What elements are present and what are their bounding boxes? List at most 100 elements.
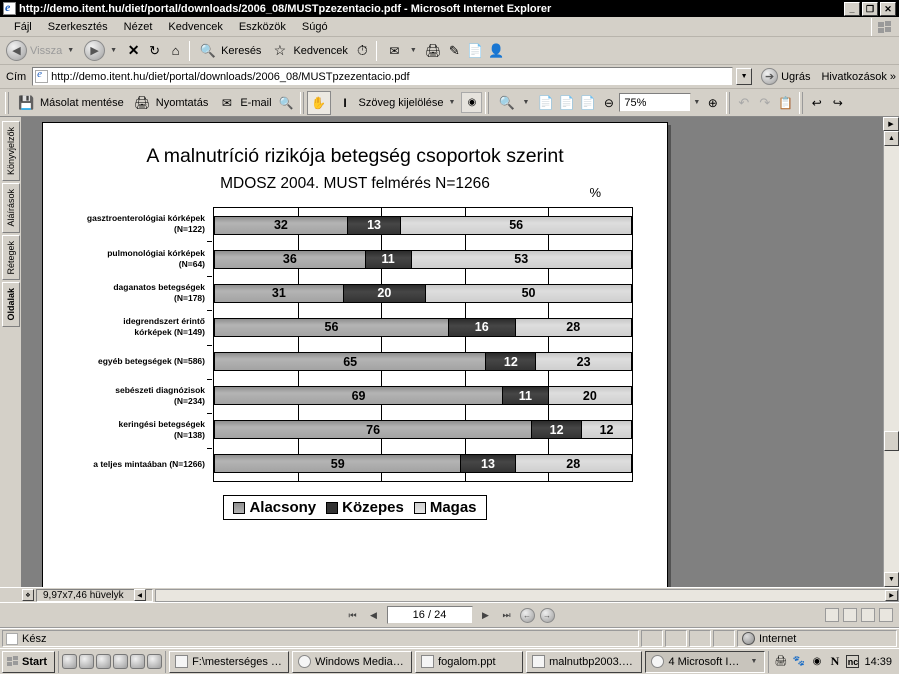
select-text-button[interactable]: I Szöveg kijelölése ▼ xyxy=(331,91,462,115)
menu-item-sugo[interactable]: Súgó xyxy=(294,19,336,35)
print-button[interactable]: 🖨 Nyomtatás xyxy=(128,91,213,115)
media-player-icon[interactable] xyxy=(147,654,163,669)
page-icon[interactable]: 📄 xyxy=(465,40,486,61)
facing-view-button[interactable] xyxy=(861,608,875,622)
taskbar-button-fogalom-ppt[interactable]: fogalom.ppt xyxy=(415,650,524,673)
menu-item-szerkesztes[interactable]: Szerkesztés xyxy=(40,19,116,35)
continuous-facing-view-button[interactable] xyxy=(879,608,893,622)
refresh-icon[interactable]: ↻ xyxy=(144,40,165,61)
single-page-view-button[interactable] xyxy=(825,608,839,622)
toolbar-grip[interactable] xyxy=(726,91,731,114)
scroll-right-button[interactable]: ▶ xyxy=(885,589,898,601)
continuous-view-button[interactable] xyxy=(843,608,857,622)
scroll-down-button[interactable]: ▼ xyxy=(884,572,899,587)
sidebar-item-retegek[interactable]: Rétegek xyxy=(1,234,20,281)
taskbar-button-explorer[interactable]: F:\mesterséges tá... xyxy=(169,650,290,673)
ie-icon[interactable] xyxy=(79,654,95,669)
address-input[interactable]: http://demo.itent.hu/diet/portal/downloa… xyxy=(32,67,734,86)
previous-page-button[interactable]: ◀ xyxy=(366,607,382,623)
toolbar-grip[interactable] xyxy=(799,91,804,114)
next-page-button[interactable]: ▶ xyxy=(478,607,494,623)
minimize-button[interactable]: _ xyxy=(844,1,860,16)
sidebar-item-konyvjelzok[interactable]: Könyvjelzők xyxy=(1,121,20,182)
menu-item-nezet[interactable]: Nézet xyxy=(116,19,161,35)
document-horizontal-scrollbar[interactable]: ▶ xyxy=(154,588,899,602)
home-icon[interactable]: ⌂ xyxy=(165,40,186,61)
next-view-button[interactable]: → xyxy=(539,607,555,623)
maximize-button[interactable]: ❐ xyxy=(862,1,878,16)
hand-tool-icon[interactable]: ✋ xyxy=(306,90,331,115)
media-icon[interactable] xyxy=(96,654,112,669)
menu-item-kedvencek[interactable]: Kedvencek xyxy=(160,19,230,35)
history-icon[interactable]: ⏱ xyxy=(352,40,373,61)
menu-item-eszkozok[interactable]: Eszközök xyxy=(231,19,294,35)
nc-icon[interactable]: nc xyxy=(846,655,860,668)
mail-button[interactable]: ✉ ▼ xyxy=(380,39,423,63)
previous-view-icon[interactable]: ↩ xyxy=(806,92,827,113)
mail-icon[interactable] xyxy=(113,654,129,669)
chevron-down-icon[interactable]: ▼ xyxy=(110,47,117,54)
sidebar-item-oldalak[interactable]: Oldalak xyxy=(1,282,20,327)
chevron-down-icon[interactable]: ▼ xyxy=(449,99,456,106)
next-view-icon[interactable]: ↪ xyxy=(827,92,848,113)
scrollbar-thumb[interactable] xyxy=(884,431,899,452)
binoculars-icon[interactable]: 🔍 xyxy=(276,92,297,113)
chevron-down-icon[interactable]: ▼ xyxy=(751,658,758,665)
printer-icon[interactable]: 🖨 xyxy=(774,655,788,668)
start-button[interactable]: Start xyxy=(2,650,56,673)
split-view-button[interactable]: ▶ xyxy=(883,117,899,131)
scroll-up-button[interactable]: ▲ xyxy=(884,131,899,146)
outlook-icon[interactable] xyxy=(130,654,146,669)
panda-antivirus-icon[interactable]: 🐾 xyxy=(792,655,805,668)
email-button[interactable]: ✉ E-mail xyxy=(212,91,275,115)
chevron-down-icon[interactable]: ▼ xyxy=(67,47,74,54)
scrollbar-track[interactable] xyxy=(884,146,899,572)
go-button[interactable]: ➔ Ugrás xyxy=(757,68,814,85)
toolbar-grip[interactable] xyxy=(5,91,9,114)
close-button[interactable]: ✕ xyxy=(880,1,896,16)
zoom-dropdown-icon[interactable]: ▼ xyxy=(693,99,700,106)
zoom-tool-button[interactable]: 🔍 ▼ xyxy=(492,91,535,115)
zoom-in-button[interactable]: ⊕ xyxy=(702,92,723,113)
edit-icon[interactable]: ✎ xyxy=(444,40,465,61)
show-desktop-icon[interactable] xyxy=(62,654,78,669)
menu-item-fajl[interactable]: Fájl xyxy=(6,19,40,35)
zoom-level-input[interactable]: 75% xyxy=(619,93,692,112)
first-page-button[interactable]: ⏮ xyxy=(345,607,361,623)
forward-button[interactable]: ▶ ▼ xyxy=(80,39,123,63)
previous-view-button[interactable]: ← xyxy=(519,607,535,623)
fit-page-icon[interactable]: 📄 xyxy=(556,92,577,113)
links-overflow-icon[interactable]: » xyxy=(890,71,896,83)
size-dropdown-icon[interactable]: ◀ xyxy=(133,589,146,601)
favorites-button[interactable]: ☆ Kedvencek xyxy=(265,39,351,63)
network-icon[interactable]: ◉ xyxy=(810,655,823,668)
sidebar-item-alairasok[interactable]: Aláírások xyxy=(1,183,20,233)
taskbar-button-internet-explorer[interactable]: 4 Microsoft Int... ▼ xyxy=(645,650,766,673)
taskbar-button-media-player[interactable]: Windows Media Pla... xyxy=(292,650,413,673)
toolbar-grip[interactable] xyxy=(485,91,490,114)
norton-icon[interactable]: N xyxy=(828,654,841,668)
pane-resize-handle[interactable]: ❖ xyxy=(22,589,34,601)
toolbar-grip[interactable] xyxy=(299,91,304,114)
last-page-button[interactable]: ⏭ xyxy=(499,607,515,623)
chevron-down-icon[interactable]: ▼ xyxy=(522,99,529,106)
taskbar-clock[interactable]: 14:39 xyxy=(864,656,892,668)
stop-icon[interactable]: ✕ xyxy=(123,40,144,61)
actual-size-icon[interactable]: 📄 xyxy=(535,92,556,113)
fit-width-icon[interactable]: 📄 xyxy=(577,92,598,113)
document-vertical-scrollbar[interactable]: ▲ ▼ xyxy=(883,117,899,587)
snapshot-icon[interactable]: ◉ xyxy=(461,92,483,113)
back-button[interactable]: ◀ Vissza ▼ xyxy=(2,39,80,63)
print-icon[interactable]: 🖨 xyxy=(423,40,444,61)
messenger-icon[interactable]: 👤 xyxy=(486,40,507,61)
links-button[interactable]: Hivatkozások » xyxy=(817,71,896,83)
search-button[interactable]: 🔍 Keresés xyxy=(193,39,265,63)
bar-segment-alacsony: 36 xyxy=(215,250,365,268)
address-dropdown-button[interactable]: ▼ xyxy=(736,68,753,85)
taskbar-button-malnutbp2003-ppt[interactable]: malnutbp2003.ppt xyxy=(526,650,643,673)
save-copy-button[interactable]: 💾 Másolat mentése xyxy=(12,91,128,115)
security-zone-indicator[interactable]: Internet xyxy=(737,630,897,647)
zoom-out-button[interactable]: ⊖ xyxy=(598,92,619,113)
chevron-down-icon[interactable]: ▼ xyxy=(410,47,417,54)
page-number-input[interactable]: 16 / 24 xyxy=(386,606,473,624)
